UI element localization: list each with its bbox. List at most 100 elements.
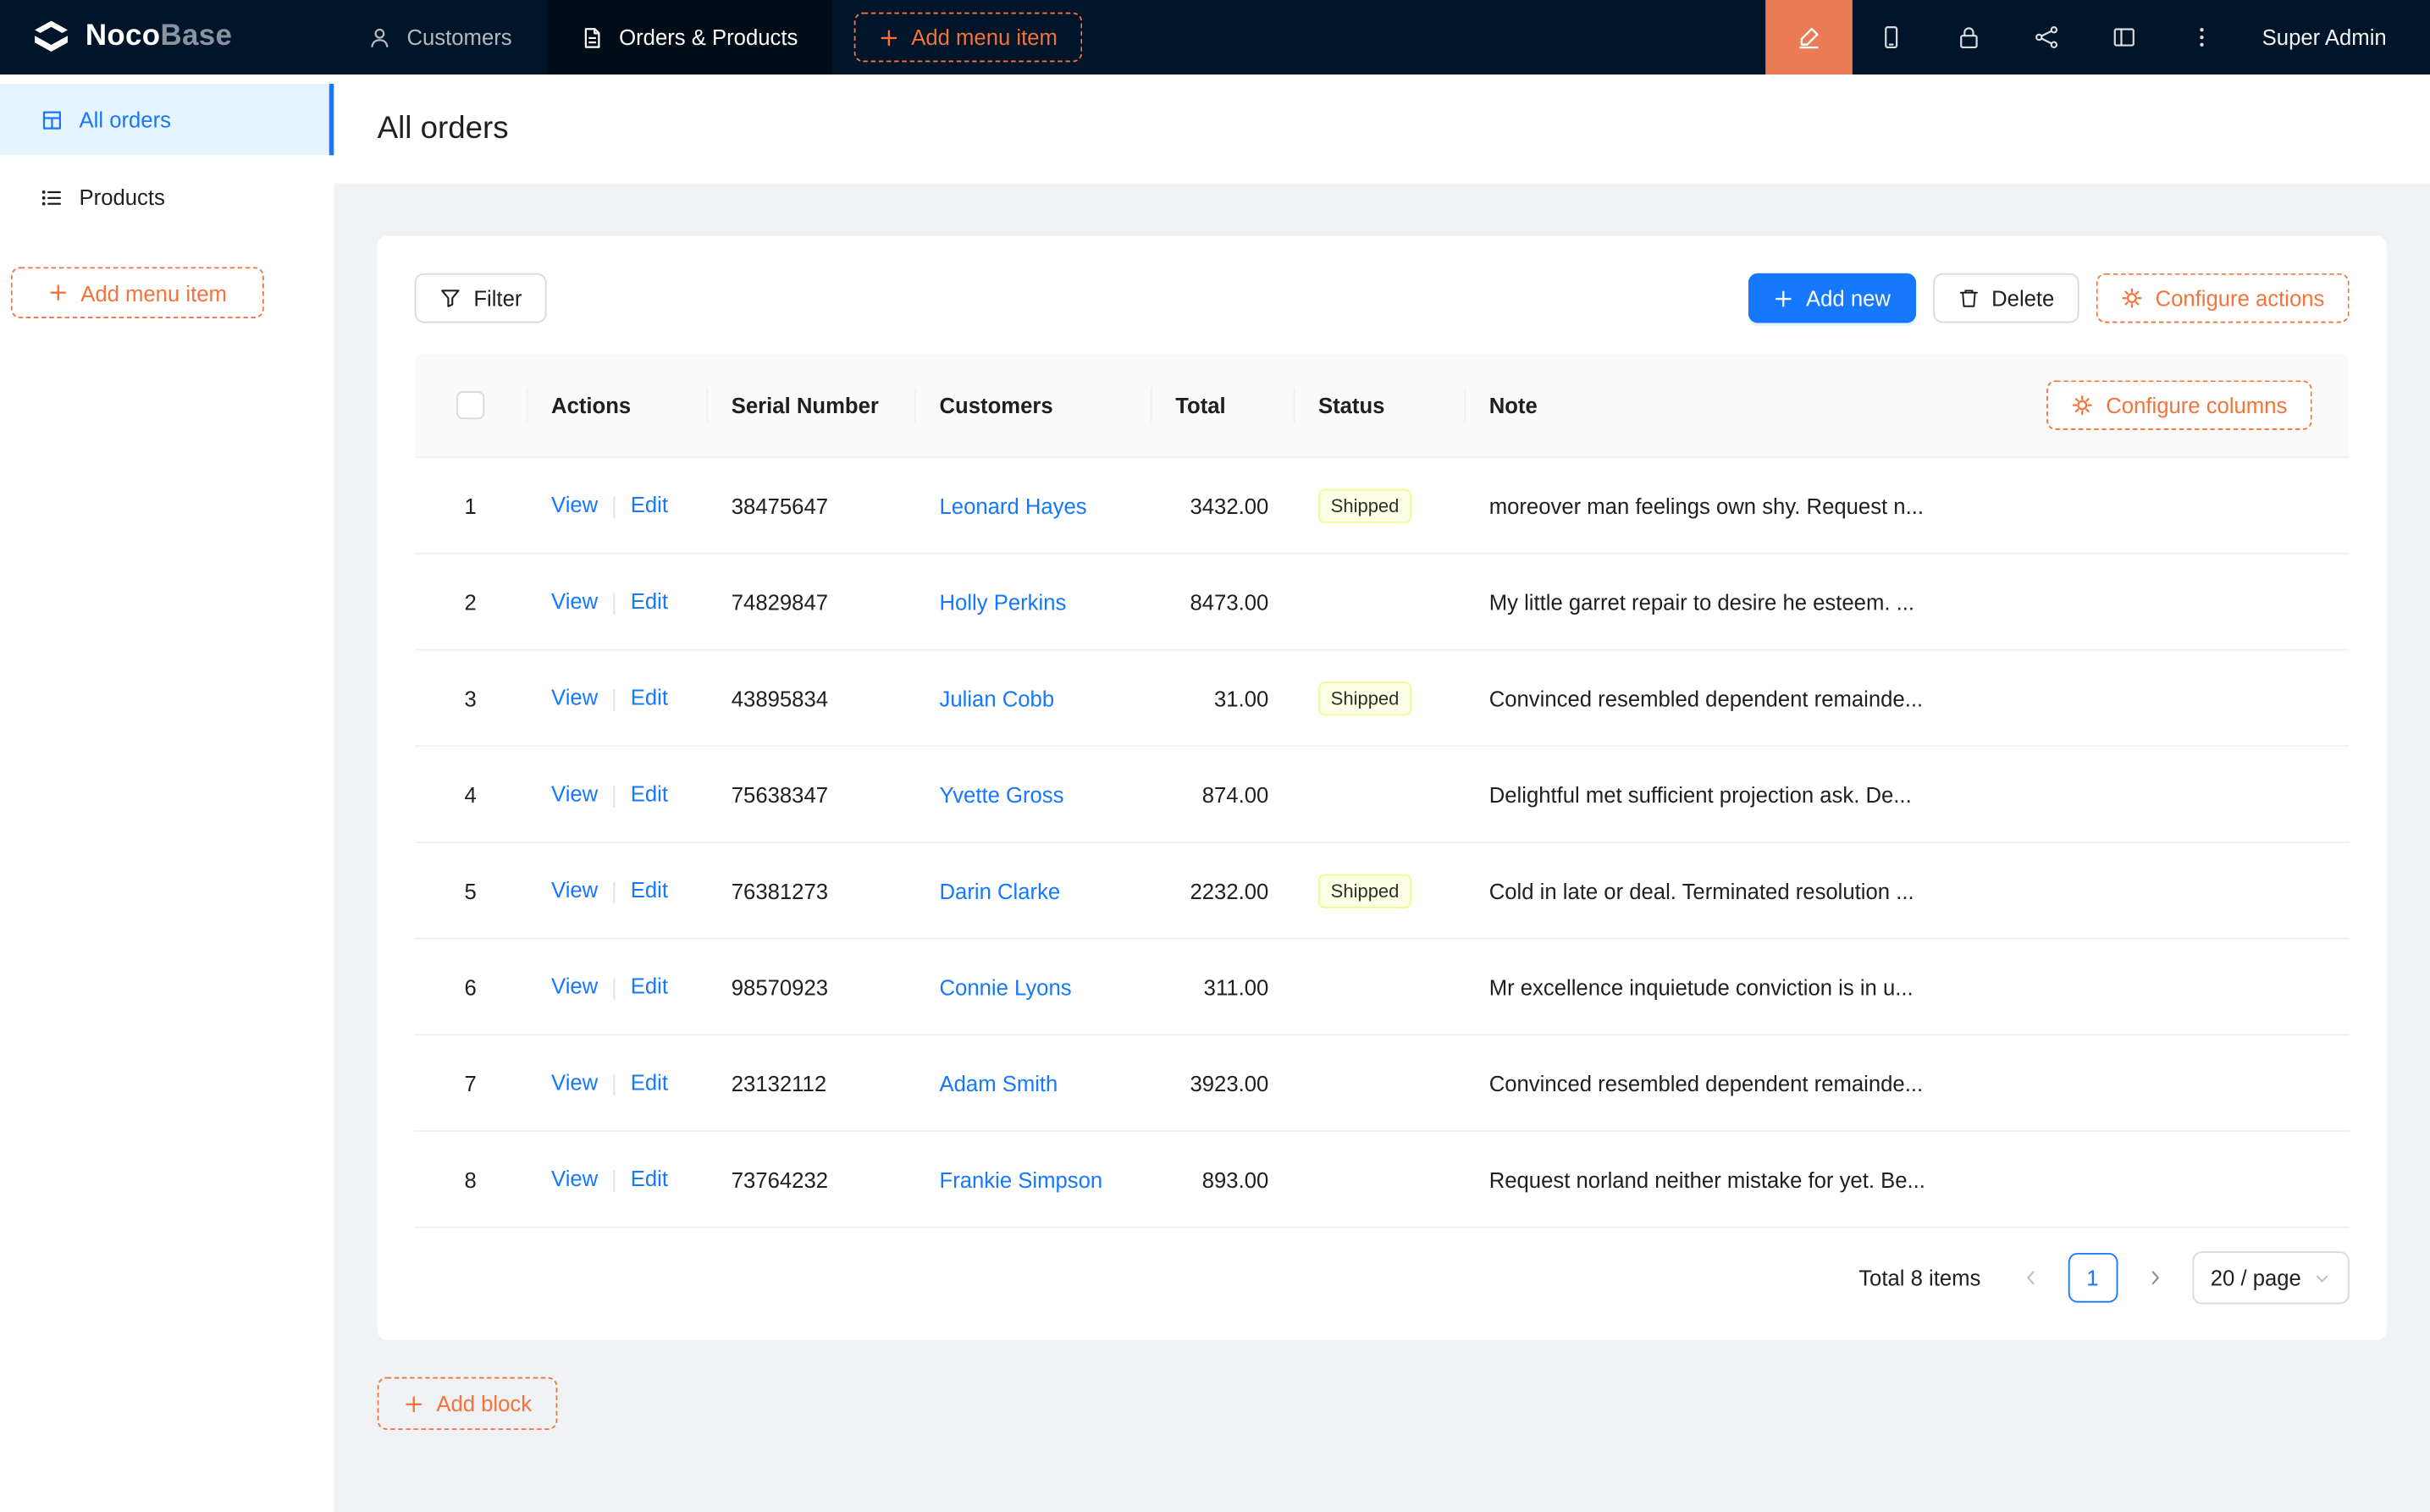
plus-icon bbox=[48, 283, 69, 303]
customer-cell: Connie Lyons bbox=[914, 974, 1151, 999]
page-size-select[interactable]: 20 / page bbox=[2192, 1251, 2350, 1304]
actions-cell: View Edit bbox=[527, 493, 707, 518]
table-row: 8 ViewEdit 73764232 Frankie Simpson 893.… bbox=[415, 1132, 2350, 1228]
sidebar-item-products[interactable]: Products bbox=[0, 162, 334, 233]
view-link[interactable]: View bbox=[551, 493, 598, 517]
edit-link[interactable]: Edit bbox=[631, 878, 668, 902]
layout-icon[interactable] bbox=[2085, 0, 2163, 74]
filter-button[interactable]: Filter bbox=[415, 273, 547, 323]
note-cell: Mr excellence inquietude conviction is i… bbox=[1464, 974, 2349, 999]
configure-actions-button[interactable]: Configure actions bbox=[2096, 273, 2350, 323]
sidebar-item-all-orders[interactable]: All orders bbox=[0, 84, 334, 155]
user-menu[interactable]: Super Admin bbox=[2240, 25, 2430, 49]
mobile-icon[interactable] bbox=[1853, 0, 1930, 74]
more-icon[interactable] bbox=[2162, 0, 2240, 74]
sidebar: All orders Products Add menu item bbox=[0, 74, 334, 1512]
add-block-button[interactable]: Add block bbox=[378, 1377, 559, 1430]
logo-text: NocoBase bbox=[86, 20, 232, 54]
column-header-total: Total bbox=[1151, 354, 1294, 456]
serial-number-cell: 38475647 bbox=[706, 493, 914, 517]
column-header-actions: Actions bbox=[527, 354, 707, 456]
orders-table-icon bbox=[41, 108, 64, 131]
orders-table: Actions Serial Number Customers Total St… bbox=[415, 354, 2350, 1228]
row-index-cell: 6 bbox=[415, 974, 527, 999]
sidebar-item-label: All orders bbox=[80, 108, 171, 132]
column-header-serial-number: Serial Number bbox=[706, 354, 914, 456]
customer-cell: Holly Perkins bbox=[914, 589, 1151, 614]
table-row: 3 ViewEdit 43895834 Julian Cobb 31.00 bbox=[415, 650, 2350, 747]
header-checkbox-cell bbox=[415, 354, 527, 456]
tab-customers[interactable]: Customers bbox=[334, 0, 546, 74]
customer-cell: Adam Smith bbox=[914, 1070, 1151, 1095]
customer-link[interactable]: Frankie Simpson bbox=[940, 1167, 1103, 1191]
row-index-cell: 3 bbox=[415, 686, 527, 710]
delete-button[interactable]: Delete bbox=[1932, 273, 2079, 323]
trash-icon bbox=[1958, 287, 1980, 309]
lock-icon[interactable] bbox=[1930, 0, 2008, 74]
tab-label: Customers bbox=[406, 25, 511, 49]
customer-link[interactable]: Julian Cobb bbox=[940, 686, 1055, 710]
customer-link[interactable]: Holly Perkins bbox=[940, 589, 1067, 614]
customer-link[interactable]: Yvette Gross bbox=[940, 781, 1064, 806]
next-page-button[interactable] bbox=[2129, 1253, 2179, 1303]
status-badge: Shipped bbox=[1318, 874, 1411, 908]
edit-link[interactable]: Edit bbox=[631, 493, 668, 517]
chevron-right-icon bbox=[2146, 1268, 2164, 1287]
note-cell: My little garret repair to desire he est… bbox=[1464, 589, 2349, 614]
designer-highlight-icon[interactable] bbox=[1765, 0, 1853, 74]
api-share-icon[interactable] bbox=[2008, 0, 2085, 74]
status-cell: Shipped bbox=[1294, 488, 1465, 522]
view-link[interactable]: View bbox=[551, 1070, 598, 1095]
prev-page-button[interactable] bbox=[2006, 1253, 2056, 1303]
row-index-cell: 2 bbox=[415, 589, 527, 614]
page-header: All orders bbox=[334, 74, 2430, 183]
users-icon bbox=[368, 25, 392, 49]
add-menu-item-button-top[interactable]: Add menu item bbox=[853, 13, 1082, 63]
page-1-button[interactable]: 1 bbox=[2068, 1253, 2118, 1303]
edit-link[interactable]: Edit bbox=[631, 685, 668, 709]
customer-cell: Yvette Gross bbox=[914, 781, 1151, 806]
serial-number-cell: 73764232 bbox=[706, 1167, 914, 1191]
tab-orders-products[interactable]: Orders & Products bbox=[546, 0, 832, 74]
add-menu-item-button-side[interactable]: Add menu item bbox=[11, 267, 264, 318]
row-index-cell: 1 bbox=[415, 493, 527, 517]
total-cell: 874.00 bbox=[1151, 781, 1294, 806]
customer-link[interactable]: Connie Lyons bbox=[940, 974, 1072, 999]
add-new-button[interactable]: Add new bbox=[1748, 273, 1915, 323]
actions-cell: View Edit bbox=[527, 974, 707, 999]
content: Filter Add new Delete Conf bbox=[334, 183, 2430, 1467]
view-link[interactable]: View bbox=[551, 974, 598, 998]
select-all-checkbox[interactable] bbox=[456, 391, 484, 419]
total-cell: 31.00 bbox=[1151, 686, 1294, 710]
edit-link[interactable]: Edit bbox=[631, 1167, 668, 1191]
configure-columns-button[interactable]: Configure columns bbox=[2047, 380, 2312, 430]
note-cell: Convinced resembled dependent remainde..… bbox=[1464, 1070, 2349, 1095]
tab-label: Orders & Products bbox=[619, 25, 798, 49]
customer-link[interactable]: Darin Clarke bbox=[940, 878, 1061, 902]
edit-link[interactable]: Edit bbox=[631, 589, 668, 614]
orders-table-card: Filter Add new Delete Conf bbox=[378, 236, 2387, 1340]
edit-link[interactable]: Edit bbox=[631, 1070, 668, 1095]
edit-link[interactable]: Edit bbox=[631, 781, 668, 806]
view-link[interactable]: View bbox=[551, 685, 598, 709]
serial-number-cell: 98570923 bbox=[706, 974, 914, 999]
pagination-total: Total 8 items bbox=[1858, 1266, 1980, 1290]
total-cell: 311.00 bbox=[1151, 974, 1294, 999]
pagination: Total 8 items 1 20 / page bbox=[415, 1253, 2350, 1303]
view-link[interactable]: View bbox=[551, 781, 598, 806]
table-row: 1 ViewEdit 38475647 Leonard Hayes 3432.0… bbox=[415, 458, 2350, 555]
note-cell: moreover man feelings own shy. Request n… bbox=[1464, 493, 2349, 517]
divider bbox=[614, 881, 616, 903]
nocobase-logo[interactable]: NocoBase bbox=[0, 0, 334, 74]
view-link[interactable]: View bbox=[551, 878, 598, 902]
edit-link[interactable]: Edit bbox=[631, 974, 668, 998]
view-link[interactable]: View bbox=[551, 589, 598, 614]
view-link[interactable]: View bbox=[551, 1167, 598, 1191]
customer-link[interactable]: Adam Smith bbox=[940, 1070, 1058, 1095]
serial-number-cell: 74829847 bbox=[706, 589, 914, 614]
gear-icon bbox=[2121, 287, 2143, 309]
table-row: 5 ViewEdit 76381273 Darin Clarke 2232.00 bbox=[415, 843, 2350, 940]
status-cell: Shipped bbox=[1294, 681, 1465, 715]
customer-link[interactable]: Leonard Hayes bbox=[940, 493, 1087, 517]
app-window: NocoBase Customers Orders & Products Add… bbox=[0, 0, 2430, 1512]
